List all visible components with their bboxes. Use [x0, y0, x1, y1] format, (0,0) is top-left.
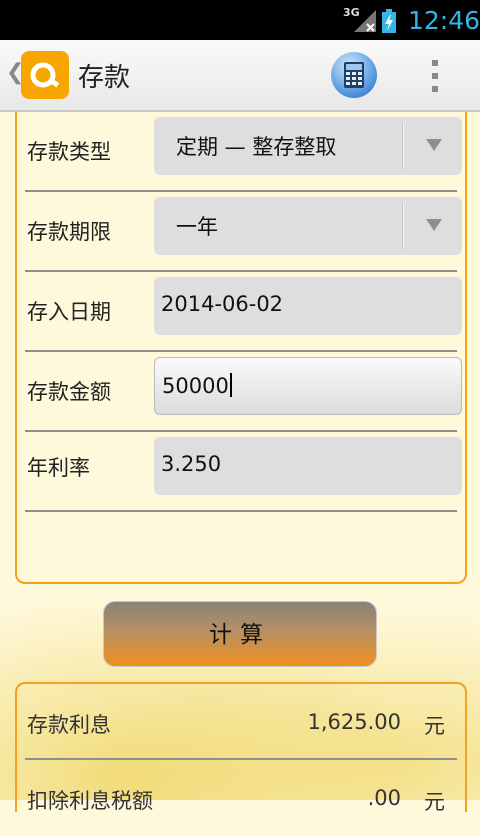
deposit-date-label: 存入日期	[27, 300, 111, 324]
deposit-type-label: 存款类型	[27, 140, 111, 164]
interest-label: 存款利息	[27, 713, 111, 737]
annual-rate-value: 3.250	[161, 452, 222, 476]
deposit-amount-label: 存款金额	[27, 380, 111, 404]
battery-icon	[382, 9, 396, 33]
deposit-date-value: 2014-06-02	[161, 292, 284, 316]
deposit-term-value: 一年	[176, 215, 218, 239]
deposit-term-spinner[interactable]: 一年	[154, 197, 462, 255]
result-row-interest: 存款利息 1,625.00 元	[25, 684, 457, 760]
interest-value: 1,625.00	[307, 710, 401, 734]
tax-unit: 元	[424, 790, 445, 814]
row-deposit-type: 存款类型 定期 — 整存整取	[25, 112, 462, 192]
clock: 12:46	[408, 6, 480, 35]
signal-icon	[354, 10, 376, 32]
results-panel: 存款利息 1,625.00 元 扣除利息税额 .00 元	[15, 682, 467, 814]
overflow-menu-icon[interactable]	[430, 58, 440, 94]
dropdown-arrow-icon	[426, 219, 442, 231]
row-deposit-amount: 存款金额 50000	[25, 352, 462, 432]
action-bar: ❮ 存款	[0, 40, 480, 112]
deposit-date-field[interactable]: 2014-06-02	[154, 277, 462, 335]
tax-label: 扣除利息税额	[27, 789, 153, 813]
annual-rate-field[interactable]: 3.250	[154, 437, 462, 495]
result-row-tax: 扣除利息税额 .00 元	[25, 760, 457, 836]
row-deposit-date: 存入日期 2014-06-02	[25, 272, 462, 352]
page-title: 存款	[78, 63, 131, 93]
row-annual-rate: 年利率 3.250	[25, 432, 462, 512]
calculate-button[interactable]: 计算	[103, 601, 377, 667]
dropdown-arrow-icon	[426, 139, 442, 151]
spinner-divider	[402, 123, 404, 169]
tax-value: .00	[367, 786, 401, 810]
calculator-icon[interactable]	[331, 52, 377, 98]
deposit-type-value: 定期 — 整存整取	[176, 135, 337, 159]
status-bar: 3G 12:46	[0, 0, 480, 40]
app-logo-icon[interactable]	[21, 51, 69, 99]
deposit-type-spinner[interactable]: 定期 — 整存整取	[154, 117, 462, 175]
annual-rate-label: 年利率	[27, 456, 90, 480]
row-deposit-term: 存款期限 一年	[25, 192, 462, 272]
interest-unit: 元	[424, 714, 445, 738]
deposit-amount-input[interactable]: 50000	[154, 357, 462, 415]
deposit-term-label: 存款期限	[27, 220, 111, 244]
deposit-form: 存款类型 定期 — 整存整取 存款期限 一年 存入日期 2014-06-02 存…	[15, 112, 467, 584]
spinner-divider	[402, 203, 404, 249]
deposit-amount-value: 50000	[162, 374, 229, 398]
text-cursor	[229, 373, 232, 397]
